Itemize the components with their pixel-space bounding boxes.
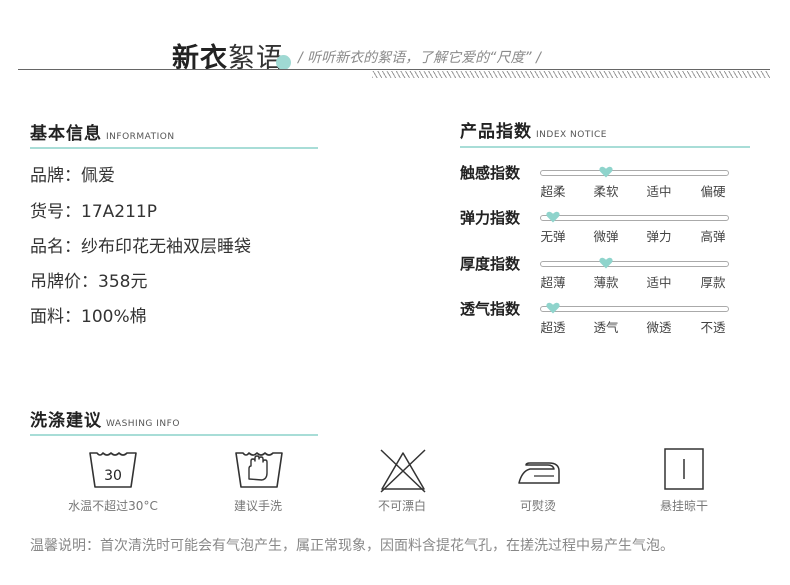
- index-option: 适中: [646, 184, 672, 199]
- index-option: 无弹: [540, 229, 566, 244]
- index-slider-track: [540, 261, 729, 267]
- iron-label: 可熨烫: [519, 499, 556, 513]
- index-option: 透气: [593, 320, 619, 335]
- washing-title-en: WASHING INFO: [106, 419, 180, 429]
- washing-note: 温馨说明：首次清洗时可能会有气泡产生，属正常现象，因面料含提花气孔，在搓洗过程中…: [30, 538, 674, 554]
- index-label: 弹力指数: [460, 209, 521, 227]
- index-option: 高弹: [700, 229, 726, 244]
- basic-info-title-en: INFORMATION: [106, 132, 175, 142]
- index-slider-track: [540, 215, 729, 221]
- basic-info-title: 基本信息: [30, 124, 102, 144]
- info-row-price: 吊牌价：358元: [30, 272, 148, 292]
- washing-underline: [30, 434, 318, 436]
- index-notice-header: 产品指数 INDEX NOTICE: [460, 117, 607, 142]
- title-accent-dot: [276, 55, 291, 70]
- index-option: 微透: [646, 320, 672, 335]
- index-label: 厚度指数: [460, 255, 521, 273]
- basic-info-header: 基本信息 INFORMATION: [30, 119, 175, 144]
- index-label: 透气指数: [460, 300, 521, 318]
- basic-info-underline: [30, 147, 318, 149]
- index-option: 柔软: [593, 184, 619, 199]
- hang-dry-icon: [664, 448, 704, 490]
- banner-hatch-pattern: [372, 71, 770, 78]
- index-option: 微弹: [593, 229, 619, 244]
- index-option: 偏硬: [700, 184, 726, 199]
- heart-marker-icon: [599, 257, 613, 269]
- heart-marker-icon: [599, 166, 613, 178]
- info-row-brand: 品牌：佩爱: [30, 166, 115, 186]
- page-subtitle: / 听听新衣的絮语，了解它爱的“尺度” /: [298, 50, 541, 66]
- index-notice-title: 产品指数: [460, 122, 532, 142]
- iron-icon: [518, 462, 560, 484]
- index-option: 不透: [700, 320, 726, 335]
- index-option: 厚款: [700, 275, 726, 290]
- index-option: 薄款: [593, 275, 619, 290]
- wash-30-label: 水温不超过30°C: [68, 499, 158, 513]
- wash-30-icon: 30: [89, 452, 137, 488]
- hand-wash-icon: [235, 452, 283, 488]
- index-option: 超柔: [540, 184, 566, 199]
- no-bleach-icon: [380, 449, 426, 493]
- info-row-fabric: 面料：100%棉: [30, 307, 147, 327]
- index-slider-track: [540, 170, 729, 176]
- index-slider-track: [540, 306, 729, 312]
- index-notice-title-en: INDEX NOTICE: [536, 130, 607, 140]
- wash-temperature-text: 30: [104, 468, 122, 484]
- index-option: 弹力: [646, 229, 672, 244]
- index-option: 适中: [646, 275, 672, 290]
- hand-wash-label: 建议手洗: [233, 499, 282, 513]
- index-option: 超透: [540, 320, 566, 335]
- index-label: 触感指数: [460, 164, 521, 182]
- hang-dry-label: 悬挂晾干: [659, 499, 708, 513]
- info-row-product-name: 品名：纱布印花无袖双层睡袋: [30, 237, 251, 257]
- index-notice-underline: [460, 146, 750, 148]
- heart-marker-icon: [546, 211, 560, 223]
- info-row-sku: 货号：17A211P: [30, 202, 157, 222]
- no-bleach-label: 不可漂白: [377, 499, 426, 513]
- washing-title: 洗涤建议: [30, 411, 102, 431]
- banner-divider: [18, 69, 770, 70]
- index-option: 超薄: [540, 275, 566, 290]
- heart-marker-icon: [546, 302, 560, 314]
- washing-header: 洗涤建议 WASHING INFO: [30, 406, 180, 431]
